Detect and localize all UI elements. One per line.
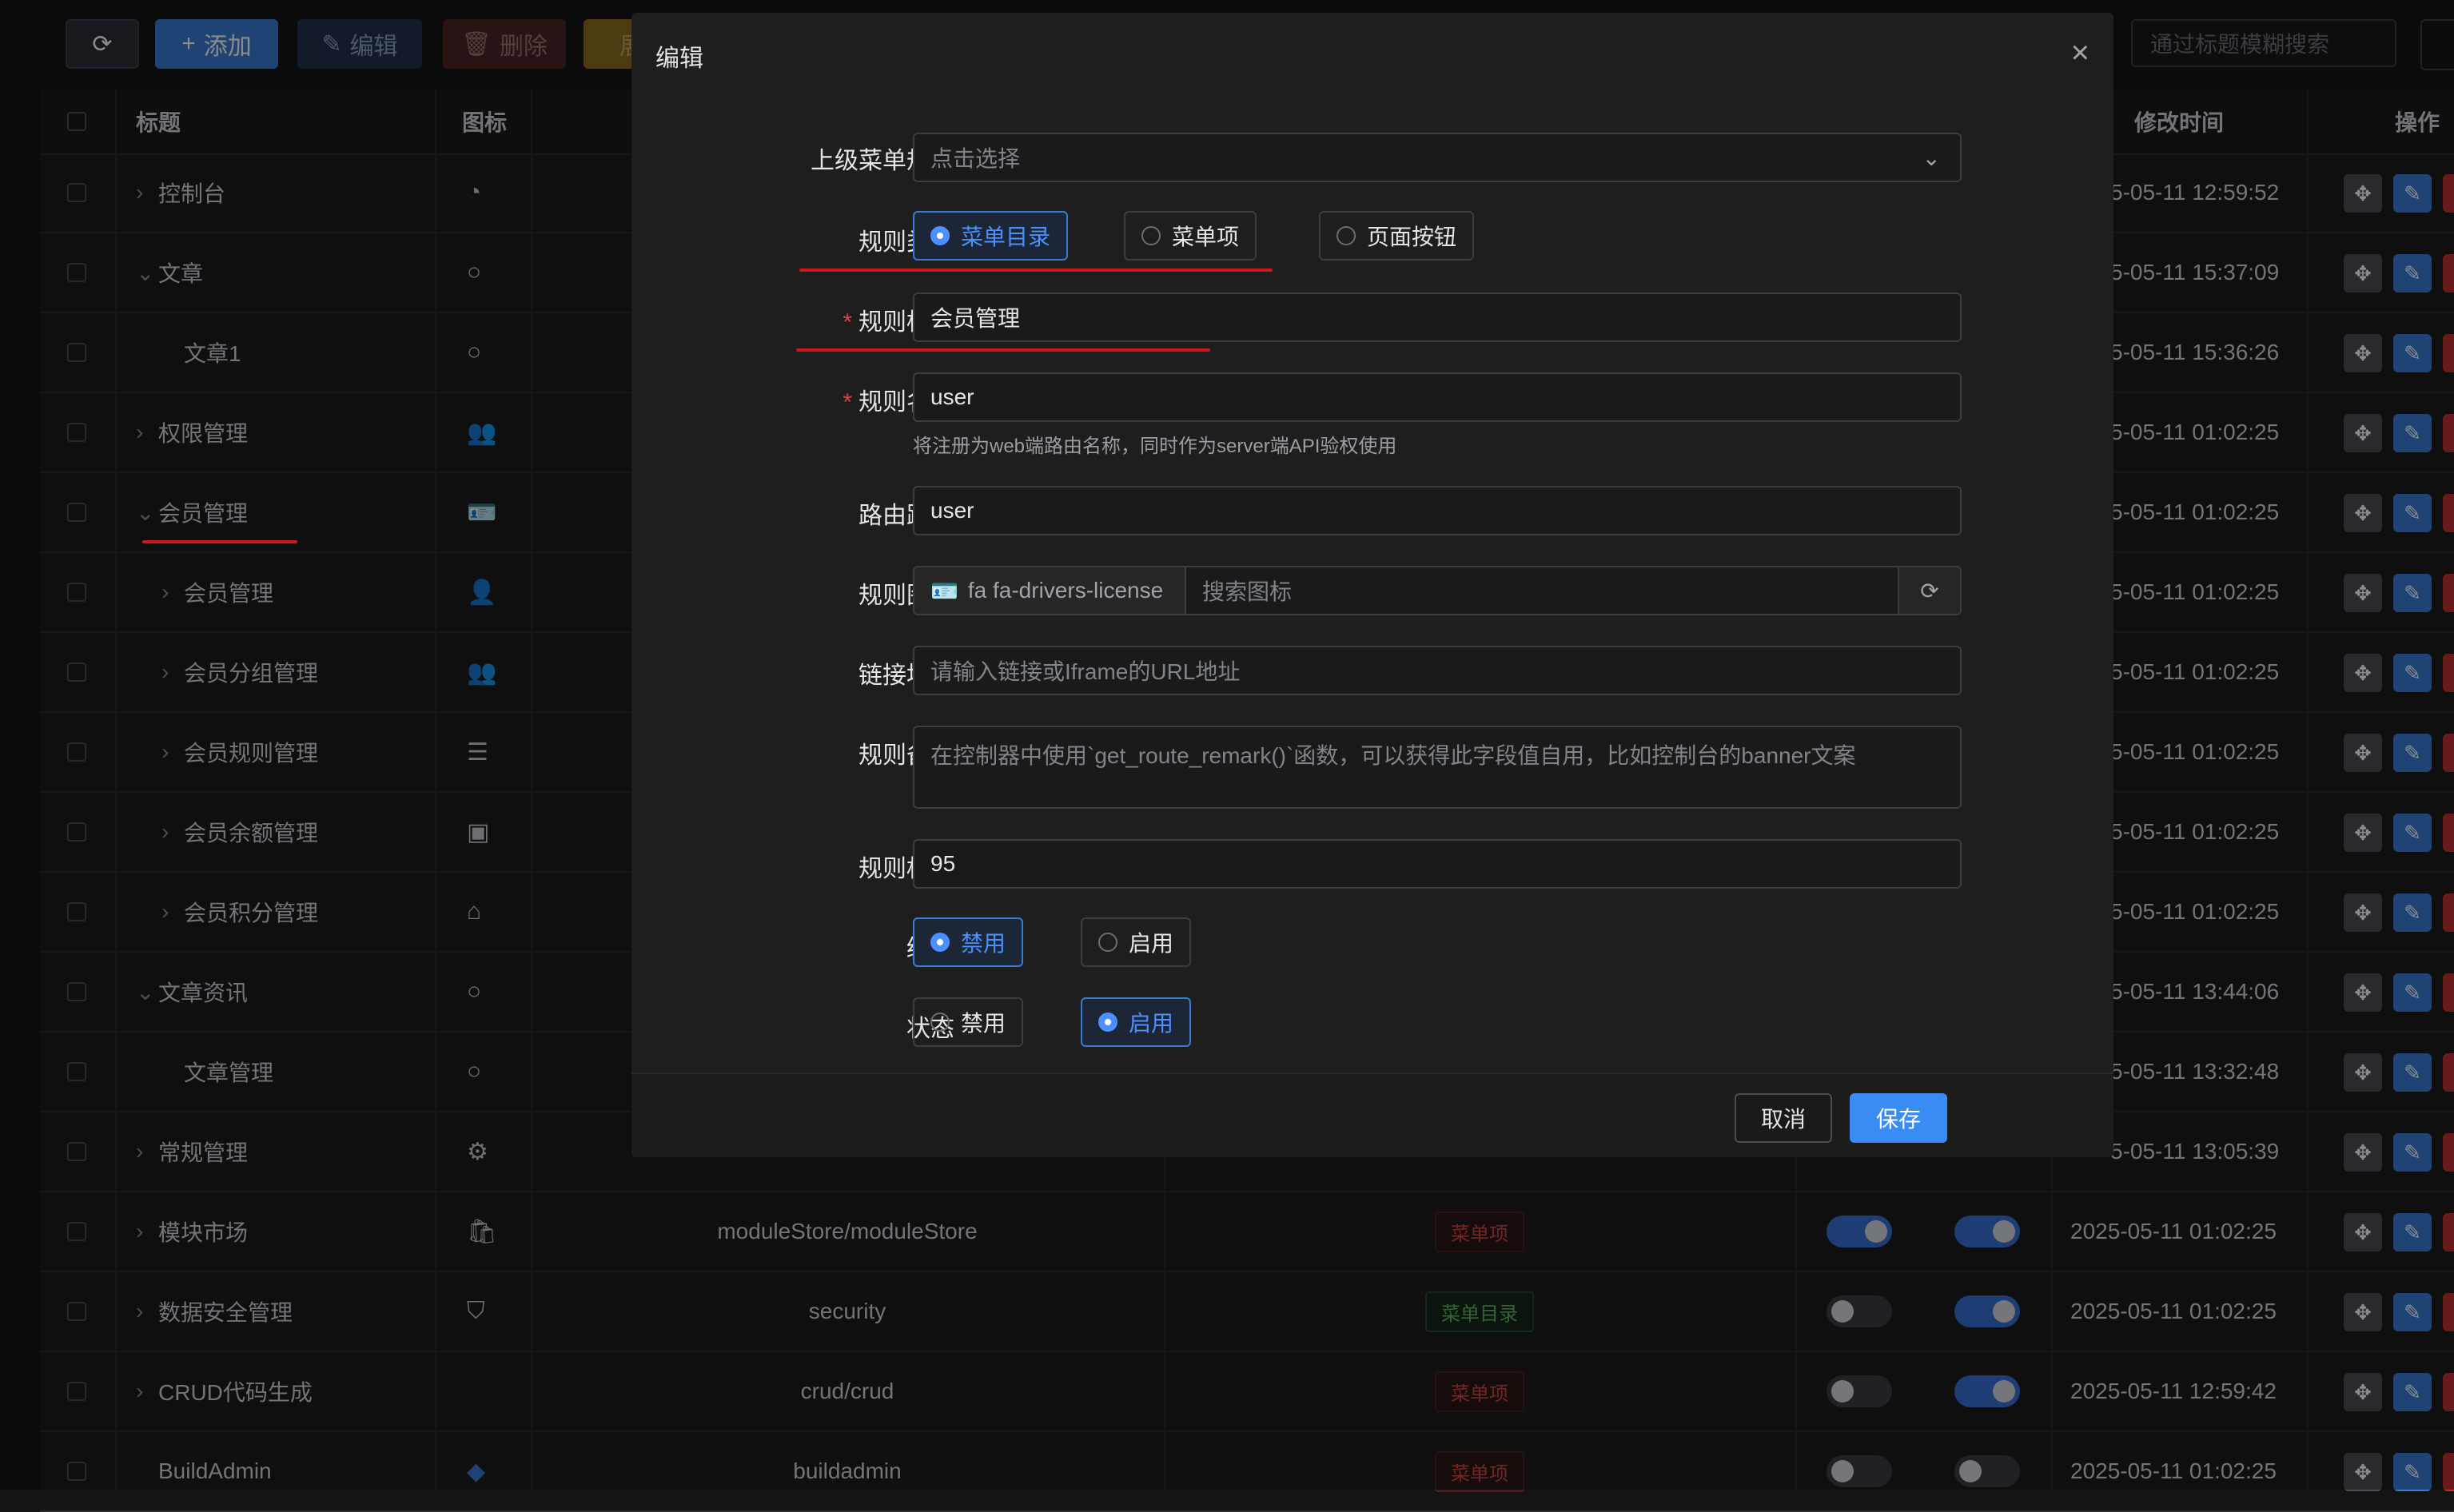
type-radio-menu-dir[interactable]: 菜单目录 <box>913 211 1069 261</box>
cache-radio-enable[interactable]: 启用 <box>1081 917 1192 967</box>
link-input[interactable]: 请输入链接或Iframe的URL地址 <box>913 646 1962 695</box>
annotation-underline-row <box>142 540 297 543</box>
annotation-underline-type <box>799 269 1273 272</box>
rule-name-input[interactable]: user <box>913 372 1962 422</box>
rule-icon-field: 🪪 fa fa-drivers-license 搜索图标 ⟳ <box>913 566 1962 615</box>
save-button[interactable]: 保存 <box>1850 1093 1947 1143</box>
type-radio-menu-item[interactable]: 菜单项 <box>1124 211 1257 261</box>
icon-preview: 🪪 fa fa-drivers-license <box>914 567 1186 614</box>
edit-dialog: 编辑 × 上级菜单规则 点击选择 ⌄ 规则类型 菜单目录 菜单项 页面按钮 * 规… <box>631 13 2113 1157</box>
remark-textarea[interactable]: 在控制器中使用`get_route_remark()`函数，可以获得此字段值自用… <box>913 726 1962 809</box>
id-card-icon: 🪪 <box>930 578 958 603</box>
rule-title-input[interactable]: 会员管理 <box>913 292 1962 342</box>
annotation-underline-title <box>796 348 1210 352</box>
rule-name-hint: 将注册为web端路由名称，同时作为server端API验权使用 <box>913 436 1397 457</box>
close-icon[interactable]: × <box>2071 37 2089 69</box>
cache-radio-disable[interactable]: 禁用 <box>913 917 1024 967</box>
route-path-input[interactable]: user <box>913 486 1962 535</box>
parent-rule-select[interactable]: 点击选择 ⌄ <box>913 133 1962 182</box>
weight-input[interactable]: 95 <box>913 839 1962 889</box>
cancel-button[interactable]: 取消 <box>1735 1093 1832 1143</box>
dialog-title: 编辑 <box>655 46 703 72</box>
chevron-down-icon: ⌄ <box>1922 145 1941 170</box>
refresh-icon: ⟳ <box>1920 578 1939 603</box>
icon-search-input[interactable]: 搜索图标 <box>1186 575 1898 607</box>
icon-refresh-button[interactable]: ⟳ <box>1898 567 1960 614</box>
status-radio-enable[interactable]: 启用 <box>1081 997 1192 1047</box>
status-radio-disable[interactable]: 禁用 <box>913 997 1024 1047</box>
type-radio-page-button[interactable]: 页面按钮 <box>1319 211 1475 261</box>
dialog-footer: 取消 保存 <box>631 1072 2113 1157</box>
